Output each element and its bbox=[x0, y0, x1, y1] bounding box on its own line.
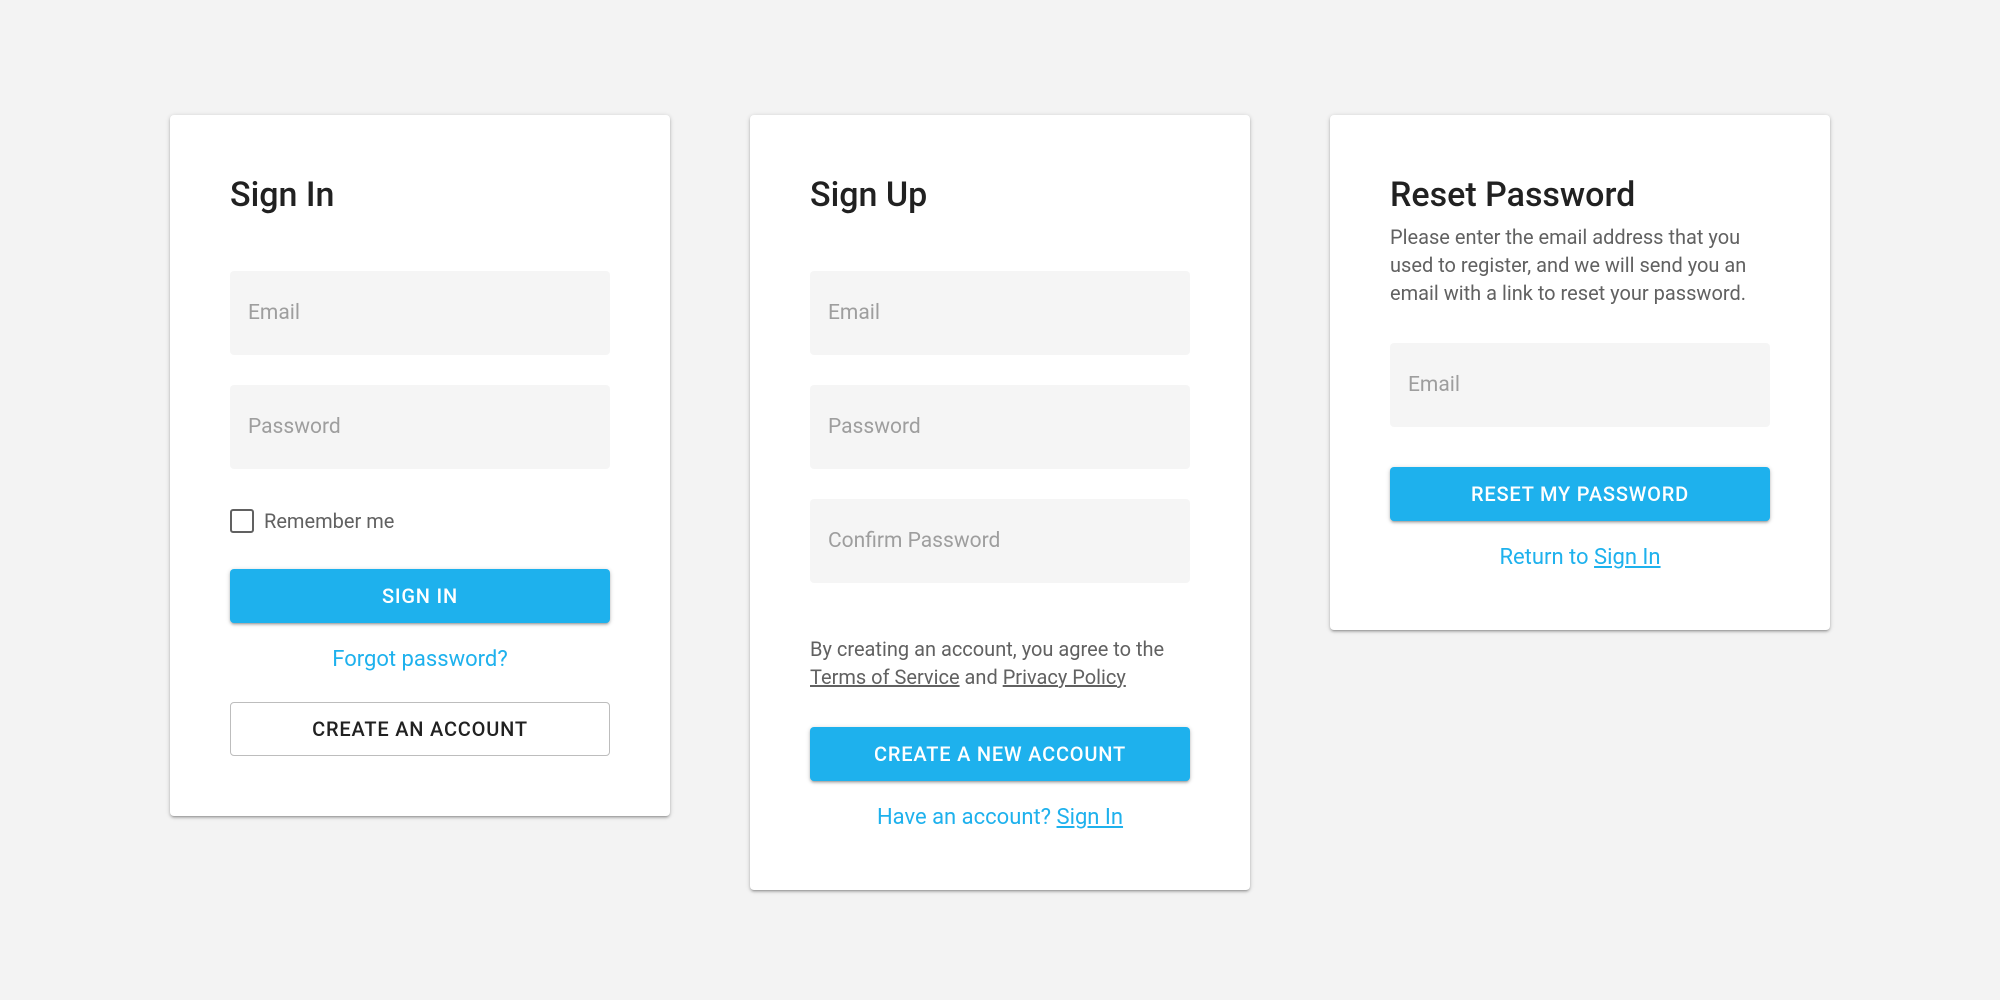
signup-signin-link[interactable]: Sign In bbox=[1057, 805, 1124, 830]
signin-card: Sign In Remember me Sign In Forgot passw… bbox=[170, 115, 670, 816]
signin-title: Sign In bbox=[230, 175, 610, 215]
terms-of-service-link[interactable]: Terms of Service bbox=[810, 665, 960, 689]
legal-and: and bbox=[960, 665, 1003, 689]
signup-email-input[interactable] bbox=[810, 271, 1190, 355]
have-account-row: Have an account? Sign In bbox=[810, 805, 1190, 830]
signin-password-input[interactable] bbox=[230, 385, 610, 469]
signup-confirm-password-input[interactable] bbox=[810, 499, 1190, 583]
remember-me-label[interactable]: Remember me bbox=[264, 509, 394, 533]
reset-email-input[interactable] bbox=[1390, 343, 1770, 427]
reset-password-card: Reset Password Please enter the email ad… bbox=[1330, 115, 1830, 630]
legal-text: By creating an account, you agree to the… bbox=[810, 635, 1190, 691]
forgot-password-link[interactable]: Forgot password? bbox=[332, 647, 507, 672]
have-account-prefix: Have an account? bbox=[877, 805, 1057, 830]
reset-signin-link[interactable]: Sign In bbox=[1594, 545, 1661, 570]
reset-title: Reset Password bbox=[1390, 175, 1770, 215]
privacy-policy-link[interactable]: Privacy Policy bbox=[1003, 665, 1126, 689]
reset-description: Please enter the email address that you … bbox=[1390, 223, 1770, 307]
remember-me-checkbox[interactable] bbox=[230, 509, 254, 533]
create-account-button[interactable]: Create an Account bbox=[230, 702, 610, 756]
remember-me-row: Remember me bbox=[230, 509, 610, 533]
return-signin-row: Return to Sign In bbox=[1390, 545, 1770, 570]
signin-submit-button[interactable]: Sign In bbox=[230, 569, 610, 623]
signup-title: Sign Up bbox=[810, 175, 1190, 215]
signin-email-input[interactable] bbox=[230, 271, 610, 355]
legal-prefix: By creating an account, you agree to the bbox=[810, 637, 1164, 661]
reset-submit-button[interactable]: Reset My Password bbox=[1390, 467, 1770, 521]
forgot-password-row: Forgot password? bbox=[230, 647, 610, 672]
signup-password-input[interactable] bbox=[810, 385, 1190, 469]
signup-card: Sign Up By creating an account, you agre… bbox=[750, 115, 1250, 890]
signup-submit-button[interactable]: Create a New Account bbox=[810, 727, 1190, 781]
return-prefix: Return to bbox=[1499, 545, 1594, 570]
